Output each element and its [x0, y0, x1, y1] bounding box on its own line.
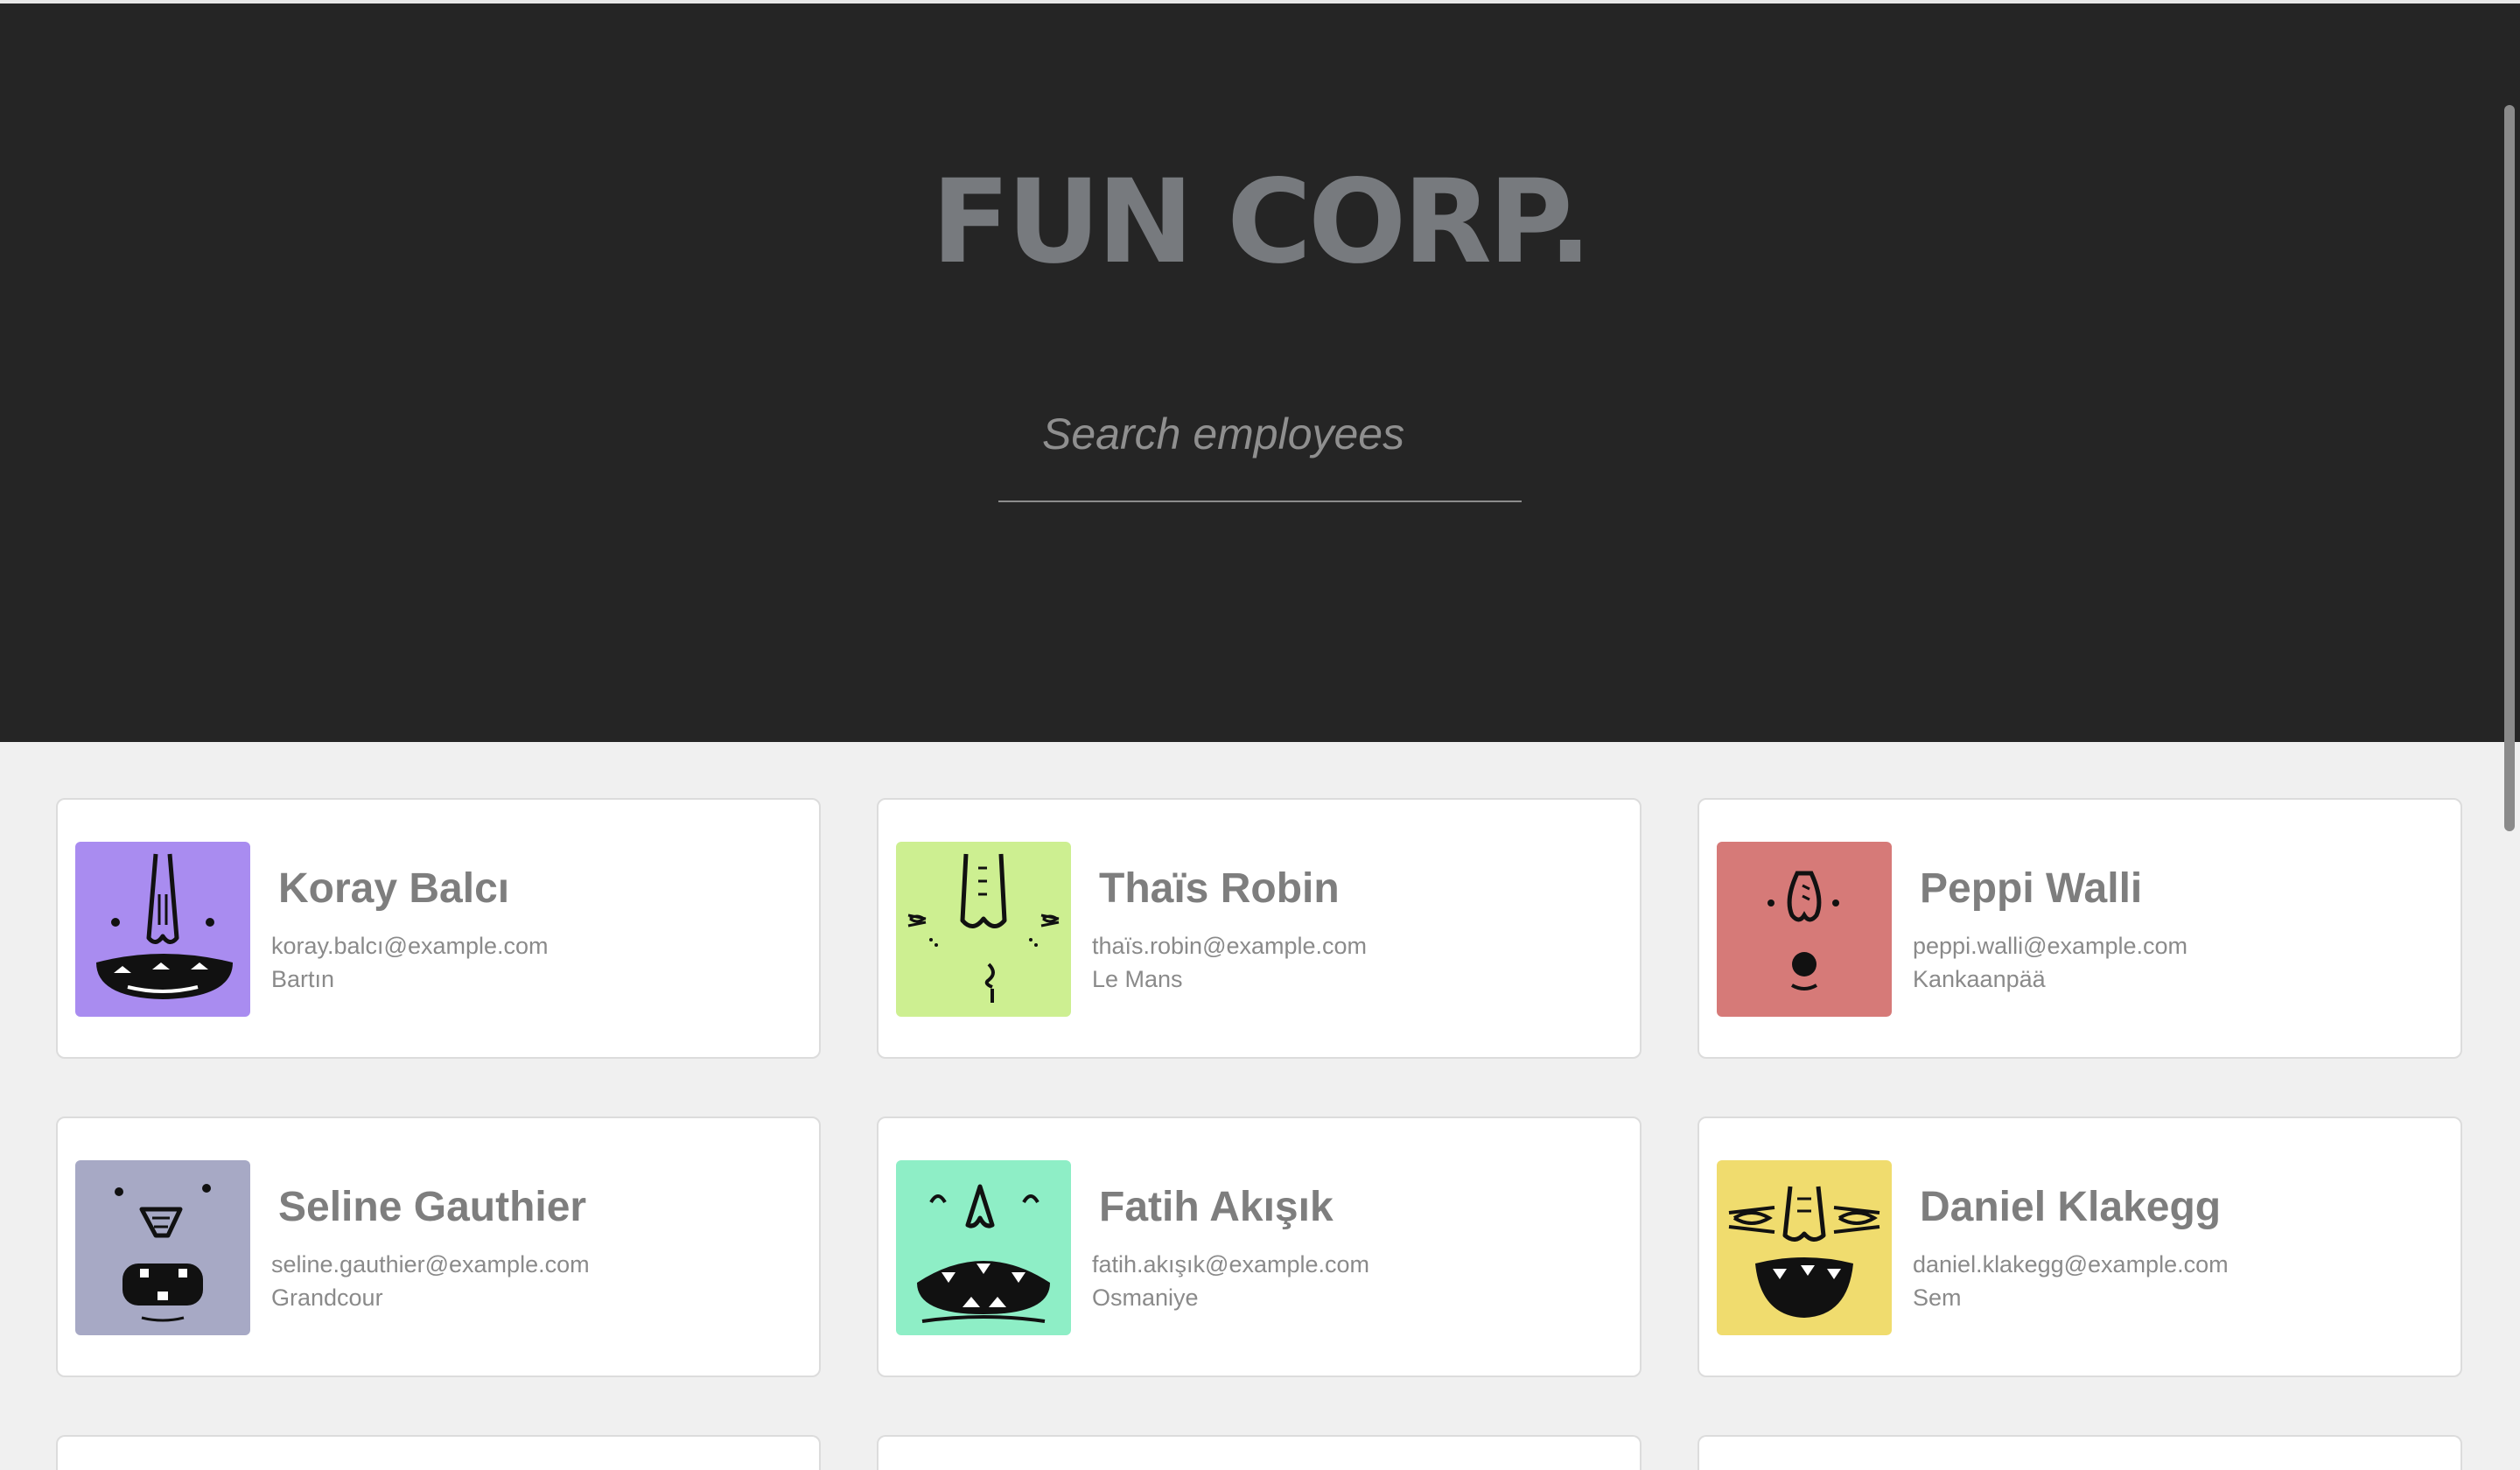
monster-face-icon [75, 1160, 250, 1335]
employee-card[interactable]: Peppi Walli peppi.walli@example.com Kank… [1698, 798, 2462, 1059]
employee-city: Osmaniye [1092, 1284, 1199, 1311]
employee-email: koray.balcı@example.com [271, 933, 549, 959]
employee-card[interactable]: Koray Balcı koray.balcı@example.com Bart… [56, 798, 821, 1059]
monster-face-icon [1717, 842, 1892, 1017]
employee-avatar [1717, 842, 1892, 1017]
employee-avatar [896, 842, 1071, 1017]
employee-city: Bartın [271, 966, 335, 992]
employee-email: fatih.akışık@example.com [1092, 1251, 1370, 1278]
employee-card[interactable]: Seline Gauthier seline.gauthier@example.… [56, 1116, 821, 1377]
employee-name: Daniel Klakegg [1920, 1184, 2222, 1230]
employee-name: Peppi Walli [1920, 865, 2143, 912]
employee-avatar [75, 1160, 250, 1335]
search-input[interactable] [998, 388, 1522, 480]
employee-city: Kankaanpää [1913, 966, 2046, 992]
employee-email: daniel.klakegg@example.com [1913, 1251, 2229, 1278]
employee-email: thaïs.robin@example.com [1092, 933, 1368, 959]
employee-avatar [1717, 1160, 1892, 1335]
employee-name: Seline Gauthier [278, 1184, 587, 1230]
search-field[interactable] [998, 388, 1522, 502]
employee-email: peppi.walli@example.com [1913, 933, 2188, 959]
employee-email: seline.gauthier@example.com [271, 1251, 590, 1278]
employee-card[interactable] [1698, 1435, 2462, 1470]
monster-face-icon [1717, 1160, 1892, 1335]
employee-card[interactable]: Thaïs Robin thaïs.robin@example.com Le M… [877, 798, 1642, 1059]
page-header: FUN CORP. [0, 4, 2520, 742]
employee-avatar [75, 842, 250, 1017]
employee-name: Thaïs Robin [1099, 865, 1340, 912]
employee-name: Koray Balcı [278, 865, 510, 912]
employee-card[interactable]: Daniel Klakegg daniel.klakegg@example.co… [1698, 1116, 2462, 1377]
employee-city: Grandcour [271, 1284, 383, 1311]
monster-face-icon [75, 842, 250, 1017]
employee-card[interactable]: Fatih Akışık fatih.akışık@example.com Os… [877, 1116, 1642, 1377]
employee-card[interactable] [877, 1435, 1642, 1470]
employee-name: Fatih Akışık [1099, 1184, 1334, 1230]
scrollbar-thumb[interactable] [2504, 105, 2515, 831]
employee-avatar [896, 1160, 1071, 1335]
employee-city: Le Mans [1092, 966, 1183, 992]
monster-face-icon [896, 1160, 1071, 1335]
monster-face-icon [896, 842, 1071, 1017]
employee-city: Sem [1913, 1284, 1962, 1311]
company-logo: FUN CORP. [931, 155, 1592, 290]
employee-card[interactable] [56, 1435, 821, 1470]
